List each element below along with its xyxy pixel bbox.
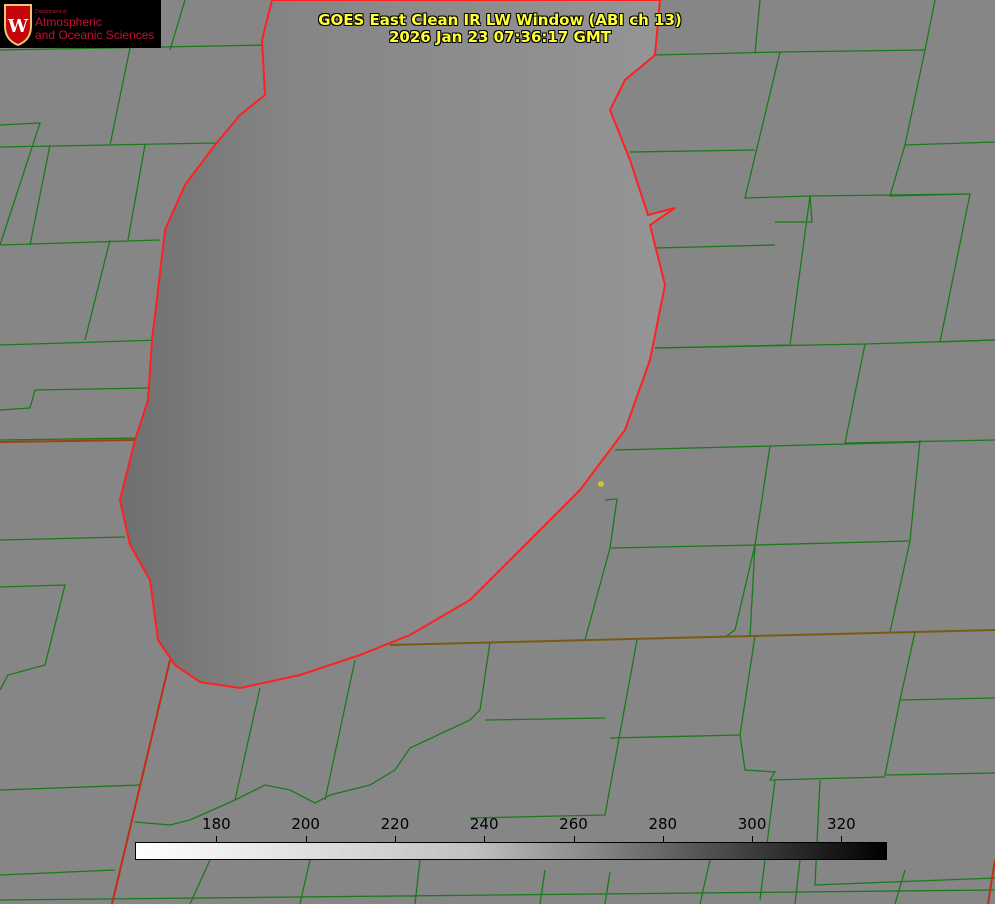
svg-text:W: W [7, 16, 29, 37]
colorbar-tick-label: 300 [737, 815, 767, 833]
product-title: GOES East Clean IR LW Window (ABI ch 13) [318, 11, 682, 29]
satellite-image-viewer: W Department of Atmospheric and Oceanic … [0, 0, 995, 904]
colorbar-tick-label: 220 [380, 815, 410, 833]
timestamp: 2026 Jan 23 07:36:17 GMT [389, 28, 611, 46]
logo-atmospheric: Atmospheric [35, 15, 102, 29]
colorbar-tick-label: 180 [202, 815, 231, 833]
colorbar-tick-label: 320 [827, 815, 856, 833]
temperature-colorbar [135, 842, 887, 860]
satellite-map [0, 0, 995, 904]
colorbar-tick-label: 240 [469, 815, 499, 833]
colorbar-tick-mark [216, 836, 218, 842]
logo-oceanic: and Oceanic Sciences [35, 28, 155, 42]
uw-crest-icon: W [4, 4, 32, 46]
colorbar-tick-label: 260 [559, 815, 588, 833]
colorbar-tick-mark [662, 836, 664, 842]
colorbar-tick-mark [394, 836, 396, 842]
image-title: GOES East Clean IR LW Window (ABI ch 13)… [300, 12, 700, 46]
colorbar-tick-label: 280 [648, 815, 678, 833]
colorbar-tick-mark [305, 836, 307, 842]
colorbar-tick-mark [573, 836, 575, 842]
uw-aos-logo: W Department of Atmospheric and Oceanic … [0, 0, 161, 48]
colorbar-tick-mark [484, 836, 486, 842]
location-marker [598, 481, 604, 487]
colorbar-tick-mark [841, 836, 843, 842]
colorbar-tick-mark [752, 836, 754, 842]
colorbar-tick-label: 200 [291, 815, 320, 833]
